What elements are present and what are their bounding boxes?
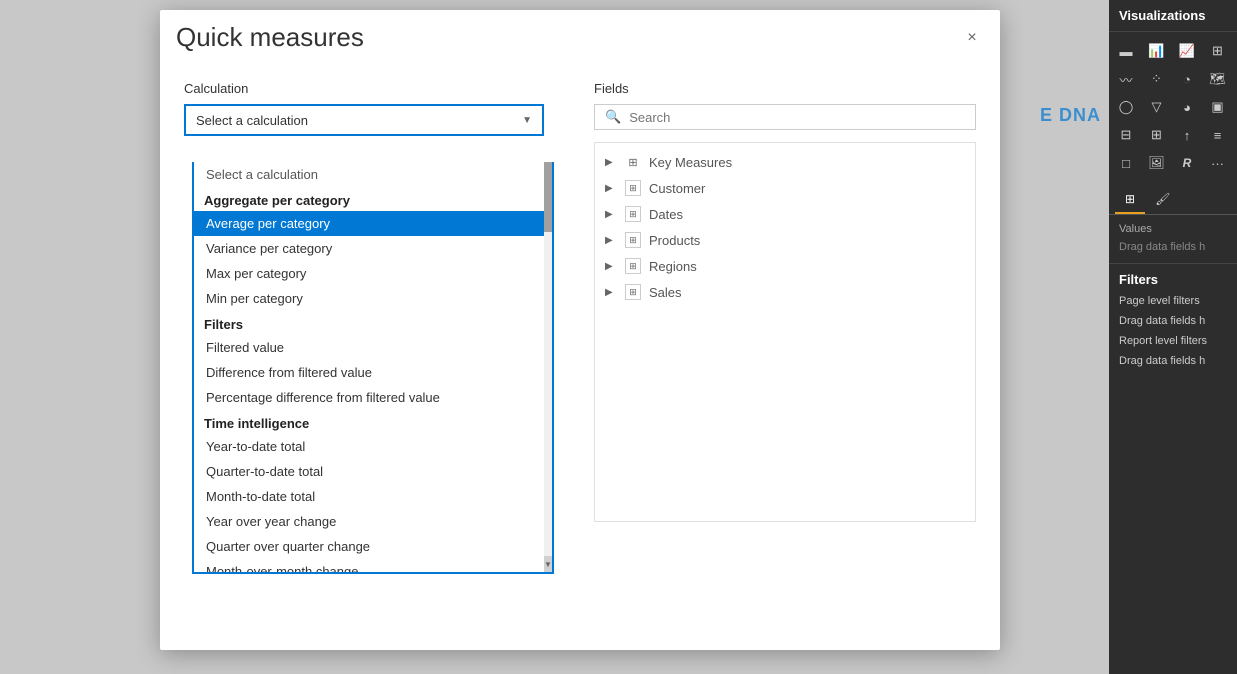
field-item-dates[interactable]: ▶ ⊞ Dates (595, 201, 975, 227)
dropdown-selected-value: Select a calculation (196, 113, 308, 128)
scrollbar-track (544, 162, 552, 572)
dropdown-category-aggregate: Aggregate per category (194, 187, 552, 211)
fields-label: Fields (594, 81, 976, 96)
calculation-dropdown[interactable]: Select a calculation ▼ (184, 104, 544, 136)
field-item-key-measures[interactable]: ▶ ⊞ Key Measures (595, 149, 975, 175)
table-icon: ⊞ (625, 206, 641, 222)
field-name: Regions (649, 259, 697, 274)
calculation-label: Calculation (184, 81, 564, 96)
dropdown-scroll[interactable]: Select a calculation Aggregate per categ… (194, 162, 552, 572)
search-input[interactable] (629, 110, 965, 125)
values-label: Values (1119, 223, 1227, 235)
viz-icon-scatter[interactable]: ⁘ (1144, 66, 1170, 92)
field-name: Key Measures (649, 155, 732, 170)
field-item-sales[interactable]: ▶ ⊞ Sales (595, 279, 975, 305)
viz-icon-more[interactable]: ··· (1205, 150, 1231, 176)
search-icon: 🔍 (605, 109, 621, 125)
calculation-dropdown-menu: Select a calculation Aggregate per categ… (192, 162, 554, 574)
dropdown-option-qoq[interactable]: Quarter over quarter change (194, 534, 552, 559)
viz-icon-area[interactable]: ⊞ (1205, 38, 1231, 64)
table-icon: ⊞ (625, 284, 641, 300)
drag-report-filters: Drag data fields h (1119, 353, 1227, 369)
dropdown-option-ytd[interactable]: Year-to-date total (194, 434, 552, 459)
field-name: Customer (649, 181, 705, 196)
viz-icon-image[interactable]: 🖼 (1144, 150, 1170, 176)
viz-icons-grid: ▬ 📊 📈 ⊞ 〰 ⁘ ◔ 🗺 ◯ ▽ ◕ ▣ ⊟ ⊞ ↑ ≡ □ 🖼 R ··… (1109, 32, 1237, 182)
viz-icon-table[interactable]: ⊟ (1113, 122, 1139, 148)
viz-icon-matrix[interactable]: ⊞ (1144, 122, 1170, 148)
field-item-products[interactable]: ▶ ⊞ Products (595, 227, 975, 253)
viz-icon-column[interactable]: 📊 (1144, 38, 1170, 64)
dropdown-option-difference-filtered[interactable]: Difference from filtered value (194, 360, 552, 385)
drag-page-filters: Drag data fields h (1119, 313, 1227, 329)
viz-tabs: ⊞ 🖌 (1109, 182, 1237, 215)
table-icon: ⊞ (625, 258, 641, 274)
expand-icon: ▶ (605, 183, 617, 194)
dialog-titlebar: Quick measures × (160, 10, 1000, 61)
viz-icon-ribbon[interactable]: 〰 (1113, 66, 1139, 92)
viz-icon-gauge[interactable]: ◕ (1174, 94, 1200, 120)
dropdown-category-filters: Filters (194, 311, 552, 335)
values-section: Values Drag data fields h (1109, 215, 1237, 263)
dropdown-option-qtd[interactable]: Quarter-to-date total (194, 459, 552, 484)
viz-icon-line[interactable]: 📈 (1174, 38, 1200, 64)
dropdown-option-max-per-category[interactable]: Max per category (194, 261, 552, 286)
search-box: 🔍 (594, 104, 976, 130)
field-name: Products (649, 233, 700, 248)
viz-icon-funnel[interactable]: ▽ (1144, 94, 1170, 120)
right-panel: Visualizations ▬ 📊 📈 ⊞ 〰 ⁘ ◔ 🗺 ◯ ▽ ◕ ▣ ⊟… (1109, 0, 1237, 674)
dropdown-option-pct-difference-filtered[interactable]: Percentage difference from filtered valu… (194, 385, 552, 410)
field-item-regions[interactable]: ▶ ⊞ Regions (595, 253, 975, 279)
dropdown-option-mtd[interactable]: Month-to-date total (194, 484, 552, 509)
scrollbar-thumb[interactable] (544, 162, 552, 232)
viz-header: Visualizations (1109, 0, 1237, 32)
dropdown-option-yoy[interactable]: Year over year change (194, 509, 552, 534)
viz-icon-card[interactable]: ▣ (1205, 94, 1231, 120)
expand-icon: ▶ (605, 209, 617, 220)
bg-dna-text: E DNA (1040, 105, 1101, 126)
dropdown-option-min-per-category[interactable]: Min per category (194, 286, 552, 311)
tab-fields[interactable]: ⊞ (1115, 186, 1145, 214)
scroll-down-arrow[interactable]: ▼ (544, 556, 552, 572)
dropdown-category-time-intelligence: Time intelligence (194, 410, 552, 434)
viz-icon-donut[interactable]: ◯ (1113, 94, 1139, 120)
tab-format[interactable]: 🖌 (1145, 186, 1180, 214)
viz-icon-bar[interactable]: ▬ (1113, 38, 1139, 64)
field-name: Dates (649, 207, 683, 222)
expand-icon: ▶ (605, 261, 617, 272)
fields-column: Fields 🔍 ▶ ⊞ Key Measures ▶ ⊞ Customer (594, 81, 976, 522)
viz-icon-shape[interactable]: □ (1113, 150, 1139, 176)
measure-icon: ⊞ (625, 154, 641, 170)
table-icon: ⊞ (625, 232, 641, 248)
dropdown-option-placeholder[interactable]: Select a calculation (194, 162, 552, 187)
viz-icon-kpi[interactable]: ↑ (1174, 122, 1200, 148)
dropdown-option-variance-per-category[interactable]: Variance per category (194, 236, 552, 261)
filters-section: Filters Page level filters Drag data fie… (1109, 263, 1237, 383)
report-level-filters: Report level filters (1119, 335, 1227, 347)
dropdown-option-average-per-category[interactable]: Average per category (194, 211, 552, 236)
filters-title: Filters (1119, 272, 1227, 287)
dropdown-arrow-icon: ▼ (522, 115, 532, 126)
table-icon: ⊞ (625, 180, 641, 196)
fields-list: ▶ ⊞ Key Measures ▶ ⊞ Customer ▶ ⊞ Dates … (594, 142, 976, 522)
dropdown-option-filtered-value[interactable]: Filtered value (194, 335, 552, 360)
drag-fields-values: Drag data fields h (1119, 239, 1227, 255)
dialog-title: Quick measures (176, 22, 364, 53)
field-item-customer[interactable]: ▶ ⊞ Customer (595, 175, 975, 201)
dropdown-scroll-container: Select a calculation Aggregate per categ… (194, 162, 552, 572)
expand-icon: ▶ (605, 157, 617, 168)
viz-icon-map[interactable]: 🗺 (1205, 66, 1231, 92)
dropdown-option-mom[interactable]: Month-over-month change (194, 559, 552, 572)
viz-icon-r[interactable]: R (1174, 150, 1200, 176)
page-level-filters: Page level filters (1119, 295, 1227, 307)
viz-icon-slicer[interactable]: ≡ (1205, 122, 1231, 148)
expand-icon: ▶ (605, 235, 617, 246)
field-name: Sales (649, 285, 682, 300)
viz-icon-pie[interactable]: ◔ (1174, 66, 1200, 92)
close-button[interactable]: × (960, 26, 984, 50)
expand-icon: ▶ (605, 287, 617, 298)
